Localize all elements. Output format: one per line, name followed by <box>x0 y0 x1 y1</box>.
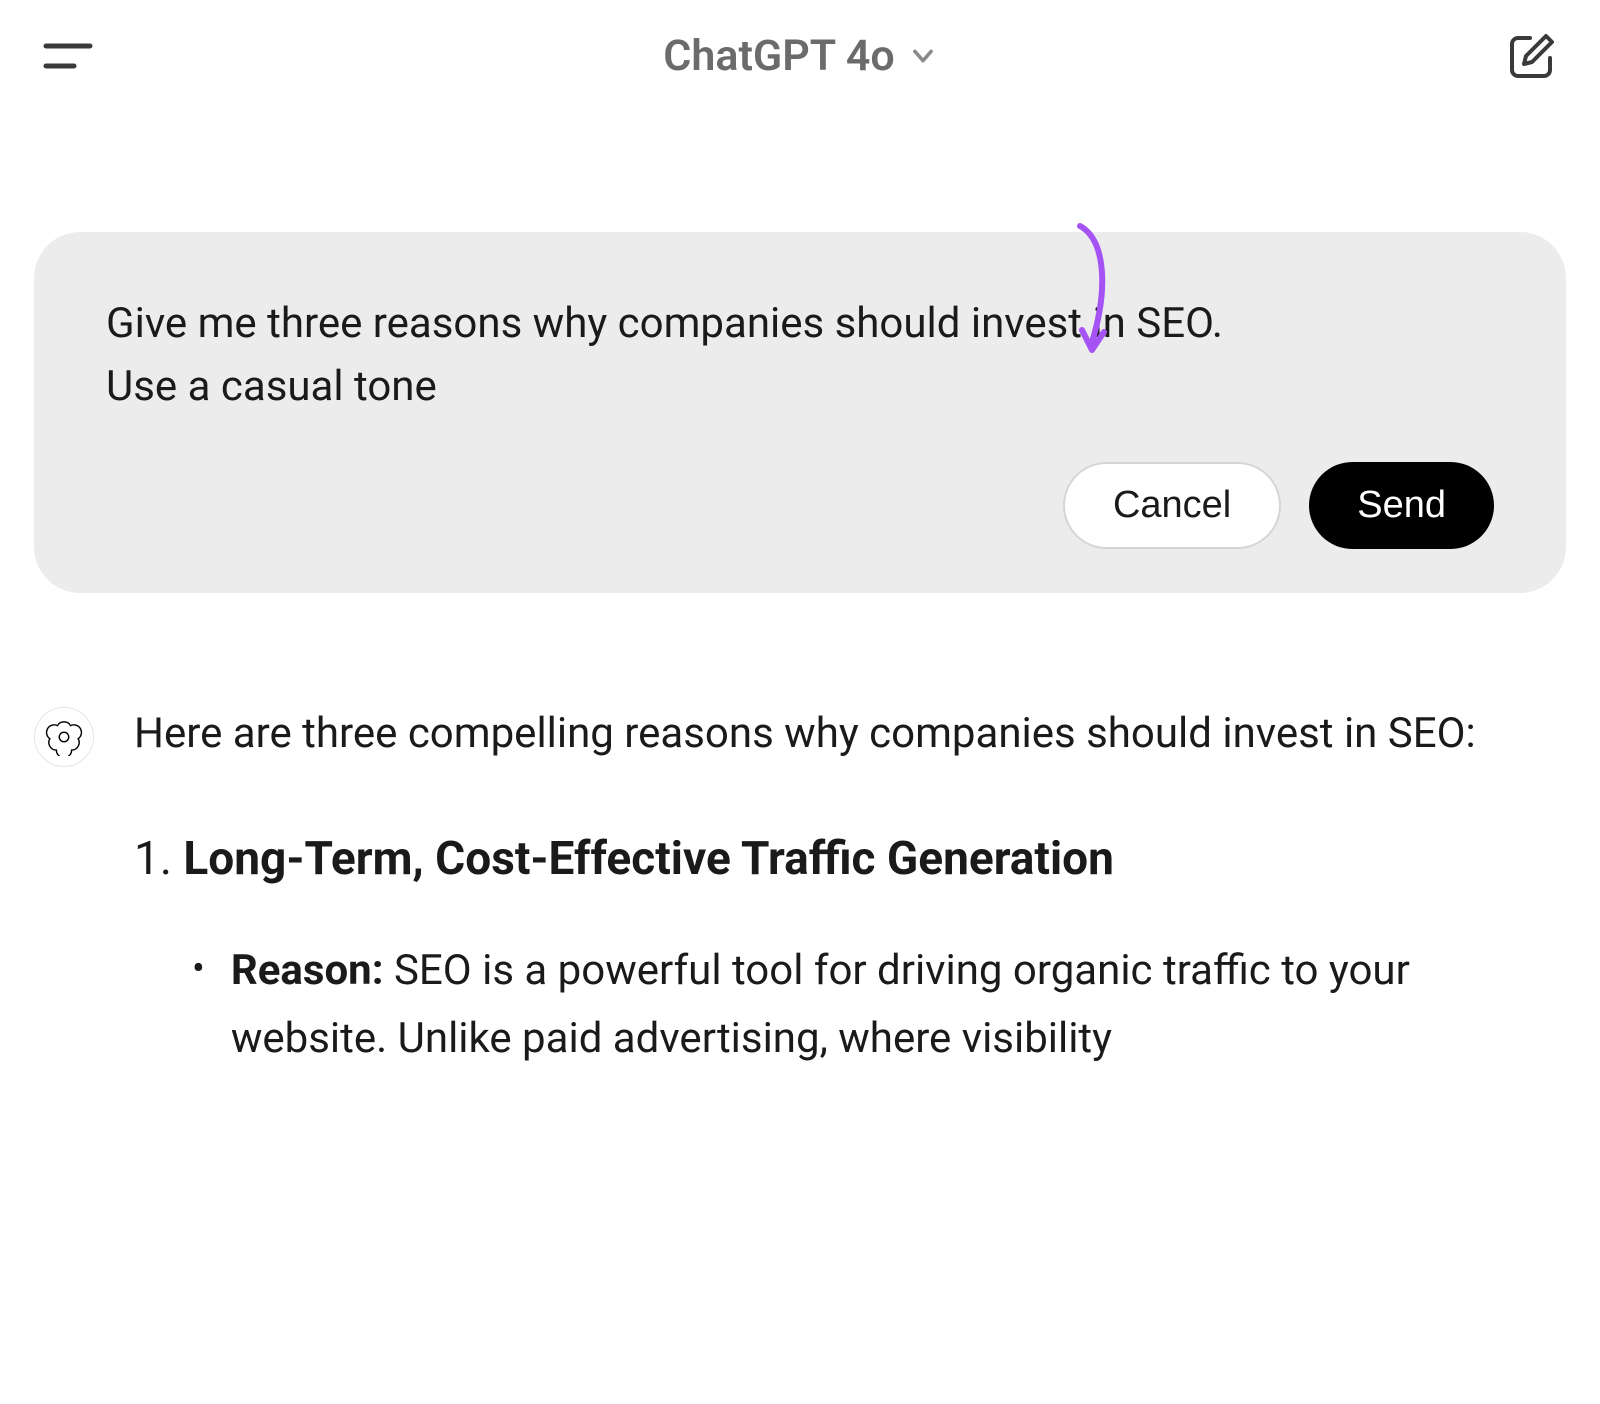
response-body: Here are three compelling reasons why co… <box>134 701 1566 1072</box>
cancel-button[interactable]: Cancel <box>1063 462 1281 549</box>
chevron-down-icon <box>909 42 937 70</box>
response-intro: Here are three compelling reasons why co… <box>134 701 1546 766</box>
bullet-dot-icon: • <box>192 937 205 1071</box>
menu-icon[interactable] <box>42 38 94 74</box>
edit-actions: Cancel Send <box>106 462 1494 549</box>
model-selector[interactable]: ChatGPT 4o <box>663 31 937 81</box>
compose-icon[interactable] <box>1506 30 1558 82</box>
bottom-fade <box>0 1314 1600 1404</box>
message-edit-card: Give me three reasons why companies shou… <box>34 232 1566 593</box>
response-heading-1: 1. Long-Term, Cost-Effective Traffic Gen… <box>134 824 1546 895</box>
assistant-response: Here are three compelling reasons why co… <box>34 701 1566 1072</box>
response-bullet: • Reason: SEO is a powerful tool for dri… <box>192 937 1546 1071</box>
app-header: ChatGPT 4o <box>0 0 1600 112</box>
message-edit-input[interactable]: Give me three reasons why companies shou… <box>106 292 1494 418</box>
model-title: ChatGPT 4o <box>663 31 895 81</box>
bullet-body: SEO is a powerful tool for driving organ… <box>231 946 1410 1062</box>
bullet-label: Reason: <box>231 946 384 995</box>
send-button[interactable]: Send <box>1309 462 1494 549</box>
bullet-text: Reason: SEO is a powerful tool for drivi… <box>231 937 1546 1071</box>
heading-text: Long-Term, Cost-Effective Traffic Genera… <box>183 832 1114 886</box>
assistant-avatar-icon <box>34 707 94 767</box>
heading-number: 1. <box>134 832 172 886</box>
